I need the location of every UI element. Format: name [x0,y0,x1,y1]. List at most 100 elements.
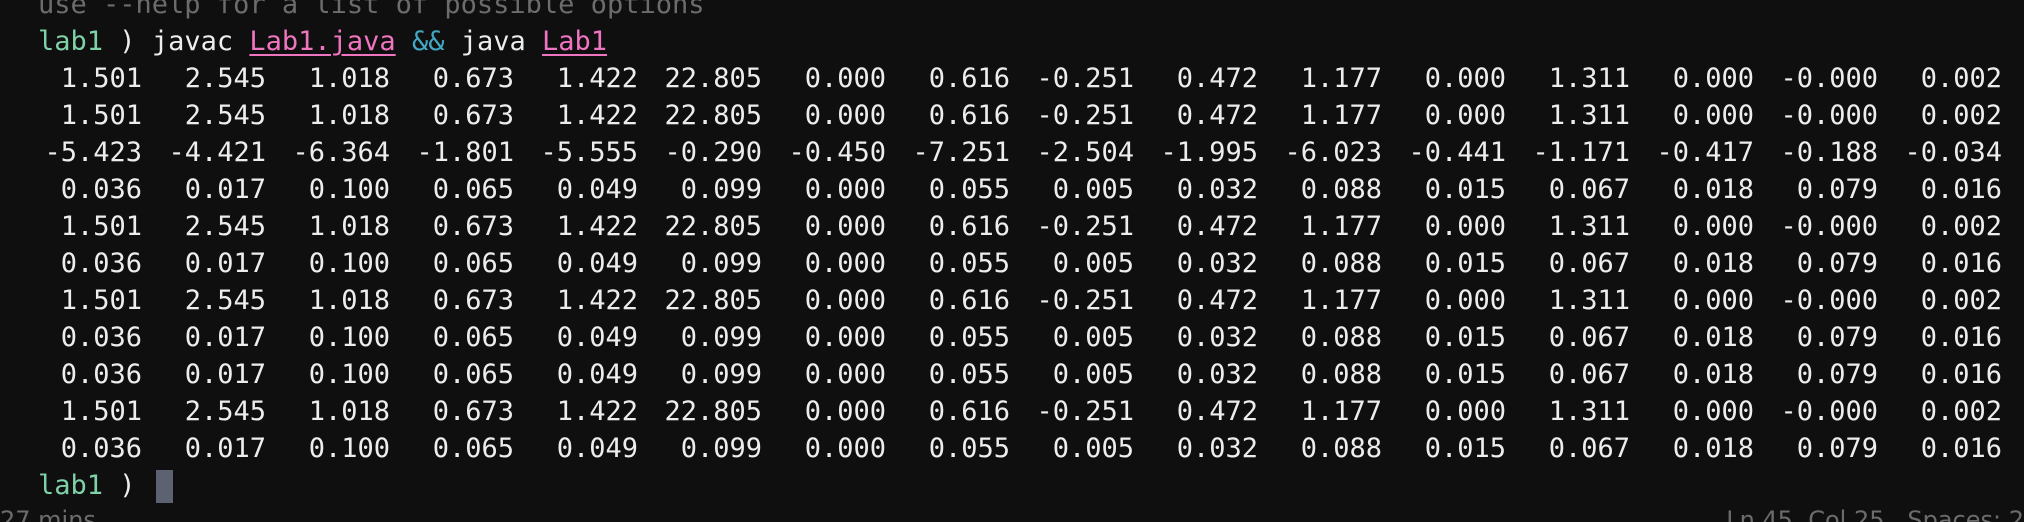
terminal-window[interactable]: use --help for a list of possible option… [0,0,2024,522]
output-value: 0.032 [1176,248,1258,279]
output-value: 0.000 [1672,285,1754,316]
output-value: 0.099 [680,248,762,279]
output-value: 0.616 [928,285,1010,316]
output-value: 0.472 [1176,285,1258,316]
output-value: 1.422 [556,63,638,94]
output-value: 0.036 [60,174,142,205]
output-value: 1.018 [308,100,390,131]
output-value: 0.055 [928,248,1010,279]
output-value: 0.088 [1300,322,1382,353]
output-line: -5.423 -4.421 -6.364 -1.801 -5.555 -0.290 -0.4… [0,134,2024,171]
prompt-symbol: ) [119,26,136,57]
output-value: -0.000 [1780,211,1878,242]
output-line: 0.036 0.017 0.100 0.065 0.049 0.099 0.000 0.055… [0,430,2024,467]
output-value: 0.018 [1672,433,1754,464]
previous-output-line: use --help for a list of possible option… [38,0,705,20]
output-value: 0.100 [308,248,390,279]
output-value: 0.099 [680,174,762,205]
output-value: 1.311 [1548,100,1630,131]
output-value: 0.088 [1300,359,1382,390]
output-value: 0.000 [1424,285,1506,316]
output-value: 22.805 [664,396,762,427]
output-value: 0.036 [60,248,142,279]
output-value: 1.018 [308,63,390,94]
output-value: 0.015 [1424,322,1506,353]
output-value: 0.049 [556,322,638,353]
output-value: 2.545 [184,63,266,94]
output-value: 0.000 [804,396,886,427]
output-value: 0.002 [1920,63,2002,94]
output-value: 1.501 [60,100,142,131]
output-value: 0.005 [1052,174,1134,205]
output-value: 0.065 [432,359,514,390]
output-value: 0.000 [804,433,886,464]
output-value: 0.000 [804,211,886,242]
output-value: 0.100 [308,322,390,353]
output-value: 0.067 [1548,359,1630,390]
output-value: 0.065 [432,174,514,205]
output-value: 0.673 [432,285,514,316]
output-value: 0.067 [1548,433,1630,464]
output-value: 0.018 [1672,359,1754,390]
output-value: 1.422 [556,396,638,427]
output-value: 0.099 [680,322,762,353]
output-value: 0.015 [1424,174,1506,205]
output-value: -0.000 [1780,396,1878,427]
output-value: 0.036 [60,359,142,390]
output-value: -7.251 [912,137,1010,168]
output-line: 1.501 2.545 1.018 0.673 1.422 22.805 0.000 0.61… [0,208,2024,245]
output-value: 0.005 [1052,433,1134,464]
output-value: 0.055 [928,322,1010,353]
output-value: 0.088 [1300,248,1382,279]
output-value: 0.015 [1424,248,1506,279]
output-value: 0.000 [1424,100,1506,131]
output-value: 0.016 [1920,433,2002,464]
output-value: 0.000 [804,285,886,316]
output-value: 0.673 [432,63,514,94]
output-value: -5.555 [540,137,638,168]
class-name-link[interactable]: Lab1 [542,26,607,57]
output-value: 1.422 [556,211,638,242]
output-value: -0.000 [1780,285,1878,316]
output-value: 0.067 [1548,248,1630,279]
output-line: 1.501 2.545 1.018 0.673 1.422 22.805 0.000 0.61… [0,60,2024,97]
output-value: -0.251 [1036,211,1134,242]
source-file-link[interactable]: Lab1.java [249,26,395,57]
output-value: 22.805 [664,285,762,316]
output-value: -0.188 [1780,137,1878,168]
output-value: 0.055 [928,433,1010,464]
output-value: 0.005 [1052,248,1134,279]
status-elapsed-time: 27 mins [0,506,96,522]
output-value: 22.805 [664,211,762,242]
output-value: 0.472 [1176,396,1258,427]
output-value: 1.311 [1548,396,1630,427]
output-value: 0.002 [1920,100,2002,131]
output-value: 0.017 [184,322,266,353]
output-value: 1.018 [308,211,390,242]
output-value: 1.501 [60,285,142,316]
output-value: 0.079 [1796,433,1878,464]
prompt-directory: lab1 [38,26,104,57]
output-value: 0.002 [1920,211,2002,242]
output-value: -0.251 [1036,63,1134,94]
output-value: 0.100 [308,174,390,205]
output-value: 0.000 [804,100,886,131]
output-value: 0.099 [680,433,762,464]
output-value: 0.016 [1920,174,2002,205]
status-cursor-position[interactable]: Ln 45, Col 25 Spaces: 2 [1726,506,2024,522]
output-value: 2.545 [184,396,266,427]
output-value: -0.450 [788,137,886,168]
current-prompt-line[interactable]: lab1 ) [0,467,2024,504]
output-value: 0.032 [1176,359,1258,390]
output-value: 1.501 [60,63,142,94]
output-value: 0.017 [184,433,266,464]
output-value: 1.018 [308,285,390,316]
output-value: 0.017 [184,359,266,390]
output-value: 0.616 [928,100,1010,131]
output-line: 0.036 0.017 0.100 0.065 0.049 0.099 0.000 0.055… [0,171,2024,208]
output-value: 22.805 [664,63,762,94]
output-value: -4.421 [168,137,266,168]
output-line: 1.501 2.545 1.018 0.673 1.422 22.805 0.000 0.61… [0,97,2024,134]
output-value: 0.065 [432,248,514,279]
output-value: -6.364 [292,137,390,168]
